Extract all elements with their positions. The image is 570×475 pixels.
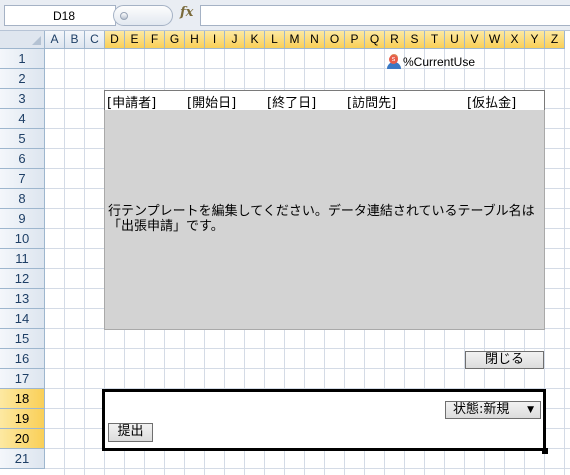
column-header-f[interactable]: F bbox=[145, 31, 165, 49]
formula-input[interactable] bbox=[200, 5, 570, 26]
row-header-13[interactable]: 13 bbox=[0, 289, 45, 309]
header-advance-payment: [仮払金] bbox=[467, 96, 517, 111]
header-destination: [訪問先] bbox=[347, 96, 397, 111]
column-header-c[interactable]: C bbox=[85, 31, 105, 49]
row-header-9[interactable]: 9 bbox=[0, 209, 45, 229]
column-header-d[interactable]: D bbox=[105, 31, 125, 49]
row-header-17[interactable]: 17 bbox=[0, 369, 45, 389]
row-header-7[interactable]: 7 bbox=[0, 169, 45, 189]
column-header-w[interactable]: W bbox=[485, 31, 505, 49]
column-header-z[interactable]: Z bbox=[545, 31, 565, 49]
header-start-date: [開始日] bbox=[187, 96, 237, 111]
row-header-1[interactable]: 1 bbox=[0, 49, 45, 69]
formula-bar: D18 fx bbox=[0, 0, 570, 31]
column-header-l[interactable]: L bbox=[265, 31, 285, 49]
column-header-y[interactable]: Y bbox=[525, 31, 545, 49]
formula-bar-splitter[interactable] bbox=[113, 5, 173, 26]
row-header-6[interactable]: 6 bbox=[0, 149, 45, 169]
row-header-12[interactable]: 12 bbox=[0, 269, 45, 289]
dropdown-arrow-icon: ▼ bbox=[527, 405, 534, 415]
column-header-e[interactable]: E bbox=[125, 31, 145, 49]
column-header-u[interactable]: U bbox=[445, 31, 465, 49]
select-all-icon bbox=[32, 36, 41, 45]
template-message-line: 「出張申請」です。 bbox=[108, 219, 224, 234]
column-header-p[interactable]: P bbox=[345, 31, 365, 49]
column-header-a[interactable]: A bbox=[45, 31, 65, 49]
column-header-n[interactable]: N bbox=[305, 31, 325, 49]
row-header-2[interactable]: 2 bbox=[0, 69, 45, 89]
select-all-button[interactable] bbox=[0, 31, 45, 49]
row-header-5[interactable]: 5 bbox=[0, 129, 45, 149]
column-header-o[interactable]: O bbox=[325, 31, 345, 49]
column-header-m[interactable]: M bbox=[285, 31, 305, 49]
status-dropdown[interactable]: 状態:新規 ▼ bbox=[445, 401, 541, 419]
row-header-15[interactable]: 15 bbox=[0, 329, 45, 349]
row-header-21[interactable]: 21 bbox=[0, 449, 45, 469]
column-header-q[interactable]: Q bbox=[365, 31, 385, 49]
name-box[interactable]: D18 bbox=[4, 5, 116, 26]
insert-function-icon[interactable]: fx bbox=[180, 5, 193, 20]
current-user-cell[interactable]: s %CurrentUse bbox=[386, 52, 475, 72]
row-header-14[interactable]: 14 bbox=[0, 309, 45, 329]
column-header-v[interactable]: V bbox=[465, 31, 485, 49]
column-header-i[interactable]: I bbox=[205, 31, 225, 49]
current-user-text: %CurrentUse bbox=[403, 55, 476, 69]
close-button[interactable]: 閉じる bbox=[465, 351, 544, 369]
status-label: 状態:新規 bbox=[453, 402, 510, 417]
row-template-area[interactable]: 行テンプレートを編集してください。データ連結されているテーブル名は 「出張申請」… bbox=[104, 110, 545, 330]
header-applicant: [申請者] bbox=[107, 96, 157, 111]
column-header-x[interactable]: X bbox=[505, 31, 525, 49]
row-header-10[interactable]: 10 bbox=[0, 229, 45, 249]
template-header-row[interactable]: [申請者] [開始日] [終了日] [訪問先] [仮払金] bbox=[104, 90, 545, 111]
template-message: 行テンプレートを編集してください。データ連結されているテーブル名は 「出張申請」… bbox=[108, 204, 546, 234]
row-header-11[interactable]: 11 bbox=[0, 249, 45, 269]
resize-handle[interactable] bbox=[542, 448, 548, 454]
header-end-date: [終了日] bbox=[267, 96, 317, 111]
row-header-19[interactable]: 19 bbox=[0, 409, 45, 429]
column-header-b[interactable]: B bbox=[65, 31, 85, 49]
row-header-4[interactable]: 4 bbox=[0, 109, 45, 129]
column-header-j[interactable]: J bbox=[225, 31, 245, 49]
row-header-18[interactable]: 18 bbox=[0, 389, 45, 409]
submit-form-panel: 状態:新規 ▼ 提出 bbox=[102, 389, 546, 451]
splitter-knob-icon[interactable] bbox=[120, 12, 128, 20]
row-header-3[interactable]: 3 bbox=[0, 89, 45, 109]
column-header-t[interactable]: T bbox=[425, 31, 445, 49]
template-message-line: 行テンプレートを編集してください。データ連結されているテーブル名は bbox=[108, 204, 535, 219]
row-header-20[interactable]: 20 bbox=[0, 429, 45, 449]
row-header-16[interactable]: 16 bbox=[0, 349, 45, 369]
column-header-r[interactable]: R bbox=[385, 31, 405, 49]
column-header-g[interactable]: G bbox=[165, 31, 185, 49]
column-header-s[interactable]: S bbox=[405, 31, 425, 49]
row-header-8[interactable]: 8 bbox=[0, 189, 45, 209]
column-header-h[interactable]: H bbox=[185, 31, 205, 49]
submit-button[interactable]: 提出 bbox=[108, 423, 153, 442]
column-header-k[interactable]: K bbox=[245, 31, 265, 49]
user-icon: s bbox=[386, 53, 402, 69]
